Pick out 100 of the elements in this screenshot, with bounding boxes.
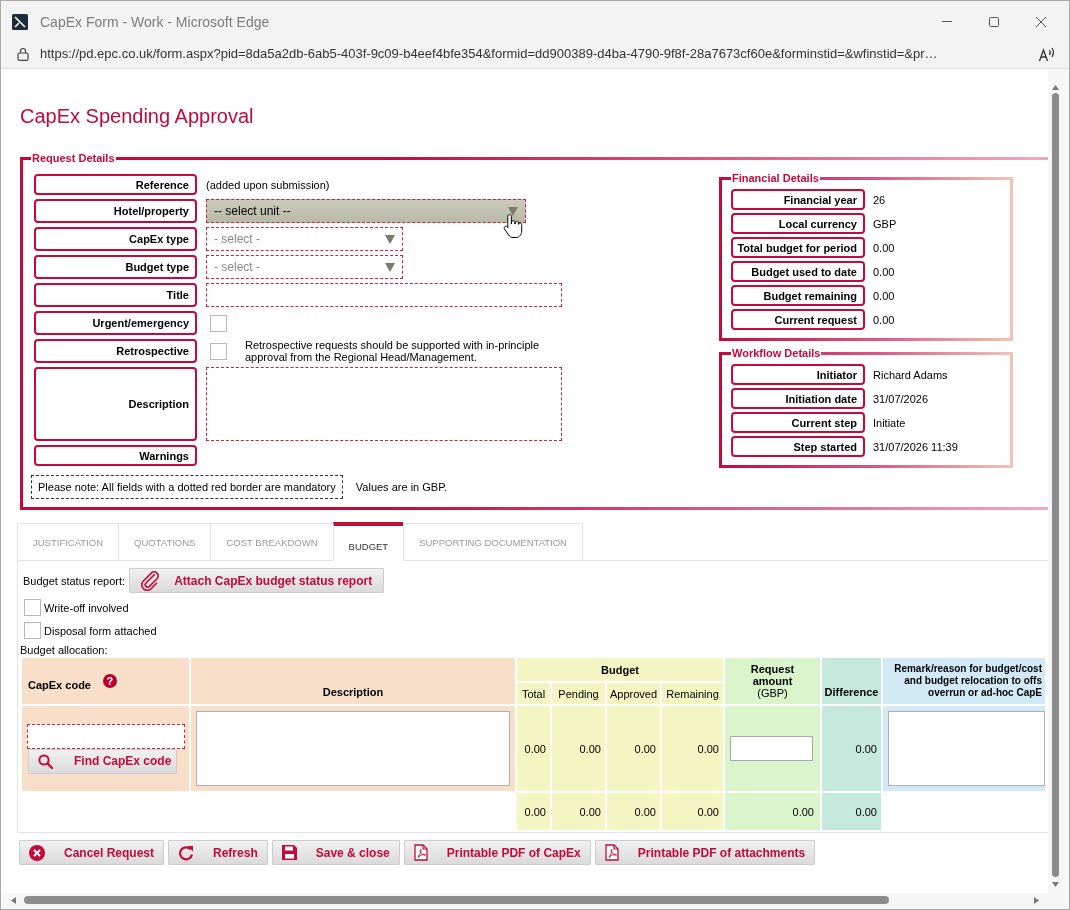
- read-aloud-icon[interactable]: [1038, 45, 1056, 62]
- refresh-icon: [178, 844, 195, 861]
- checkbox[interactable]: [210, 314, 227, 332]
- field-value: 0.00: [873, 241, 895, 254]
- checkbox[interactable]: [210, 342, 227, 360]
- column-header: Pending: [552, 683, 605, 704]
- field-value: 0.00: [873, 313, 895, 326]
- table-cell: 0.00: [517, 706, 550, 791]
- scroll-left-icon: [11, 896, 16, 904]
- search-icon: [38, 753, 53, 769]
- table-cell: 0.00: [725, 793, 820, 830]
- field-label: Budget remaining: [731, 285, 865, 306]
- cancel-button[interactable]: Cancel Request: [19, 840, 165, 865]
- column-header: Approved: [607, 683, 660, 704]
- table-cell: 0.00: [662, 793, 723, 830]
- tab[interactable]: JUSTIFICATION: [17, 523, 119, 560]
- scrollbar-thumb[interactable]: [24, 896, 889, 904]
- save-button[interactable]: Save & close: [271, 840, 400, 865]
- scroll-right-icon: [1034, 896, 1039, 904]
- attach-button[interactable]: Attach CapEx budget status report: [129, 568, 385, 593]
- field-label: Budget used to date: [731, 261, 865, 282]
- text-area[interactable]: [206, 367, 562, 441]
- panel-legend: Financial Details: [731, 171, 820, 185]
- table-cell: 0.00: [662, 706, 723, 791]
- field-value: 31/07/2026 11:39: [873, 440, 958, 453]
- pdf-file-icon: [413, 844, 428, 861]
- help-text: Retrospective requests should be supported with in-principle approval from the Regional Head/Management.: [245, 339, 541, 363]
- field-label: Urgent/emergency: [34, 311, 197, 335]
- checkbox-label: Disposal form attached: [44, 624, 157, 637]
- field-label: CapEx type: [34, 227, 197, 251]
- field-value: 0.00: [873, 265, 895, 278]
- mandatory-note: Please note: All fields with a dotted red border are mandatory: [31, 475, 343, 499]
- field-label: Warnings: [34, 445, 197, 466]
- column-header: Description: [191, 658, 515, 704]
- tab[interactable]: BUDGET: [332, 522, 404, 561]
- field-value: GBP: [873, 217, 897, 230]
- address-field[interactable]: https://pd.epc.co.uk/form.aspx?pid=8da5a2db-6ab5-403f-9c09-b4eef4bfe354&formid=dd900389-d4ba-4790-9f8f-28a7673cf60e&forminstid=&wfinstid=&pr…: [40, 46, 938, 61]
- maximize-icon: [988, 16, 999, 27]
- currency-note: Values are in GBP.: [355, 481, 448, 493]
- section-label: Budget allocation:: [20, 644, 109, 656]
- checkbox[interactable]: [24, 622, 41, 639]
- column-header: Difference: [822, 658, 881, 704]
- field-label: Title: [34, 283, 197, 307]
- column-header: Remaining: [662, 683, 723, 704]
- minimize-icon: [941, 21, 952, 22]
- field-value: 26: [873, 193, 886, 206]
- field-label: Financial year: [731, 189, 865, 210]
- text-field[interactable]: [27, 723, 185, 749]
- scroll-down-icon: [1052, 882, 1059, 887]
- field-label: Step started: [731, 436, 865, 457]
- text-field[interactable]: [206, 283, 562, 307]
- field-label: Hotel/property: [34, 199, 197, 223]
- field-label: Reference: [34, 174, 197, 195]
- dropdown[interactable]: - select -: [206, 227, 403, 251]
- table-cell: 0.00: [822, 706, 881, 791]
- scroll-up-icon: [1052, 85, 1059, 90]
- window-title: CapEx Form - Work - Microsoft Edge: [40, 13, 270, 30]
- vertical-scrollbar[interactable]: [1048, 69, 1069, 893]
- table-cell: 0.00: [517, 793, 550, 830]
- table-cell: 0.00: [552, 706, 605, 791]
- field-label: Current step: [731, 412, 865, 433]
- field-label: Retrospective: [34, 339, 197, 363]
- checkbox-label: Write-off involved: [44, 601, 129, 614]
- column-header: Remark/reason for budget/cost and budget relocation to offs overrun or ad-hoc CapE: [883, 658, 1045, 704]
- pdf-button[interactable]: Printable PDF of attachments: [594, 840, 816, 865]
- field-label: Current request: [731, 309, 865, 330]
- tab[interactable]: QUOTATIONS: [118, 523, 211, 560]
- tab[interactable]: COST BREAKDOWN: [210, 523, 333, 560]
- refresh-button[interactable]: Refresh: [168, 840, 268, 865]
- panel-legend: Request Details: [31, 151, 116, 165]
- close-icon: [1035, 16, 1046, 27]
- tab[interactable]: SUPPORTING DOCUMENTATION: [403, 523, 583, 560]
- field-value: 0.00: [873, 289, 895, 302]
- number-field[interactable]: [730, 736, 813, 761]
- paperclip-icon: [140, 570, 161, 591]
- page-title: CapEx Spending Approval: [20, 104, 255, 128]
- help-icon[interactable]: ?: [102, 674, 117, 688]
- dropdown[interactable]: - select -: [206, 255, 403, 279]
- table-cell: 0.00: [607, 706, 660, 791]
- field-value: (added upon submission): [206, 178, 330, 191]
- caret-icon: [385, 234, 395, 244]
- find-button[interactable]: Find CapEx code: [28, 748, 177, 774]
- hand-cursor-icon: [503, 213, 523, 239]
- table-cell: 0.00: [552, 793, 605, 830]
- column-header: Request amount (GBP): [725, 658, 820, 704]
- column-header: Total: [517, 683, 550, 704]
- field-label: Initiation date: [731, 388, 865, 409]
- panel-legend: Workflow Details: [731, 346, 822, 360]
- dropdown[interactable]: -- select unit --: [206, 199, 526, 223]
- column-header: CapEx code: [28, 679, 91, 691]
- scrollbar-thumb[interactable]: [1052, 93, 1059, 877]
- lock-icon: [17, 46, 29, 61]
- field-value: Richard Adams: [873, 368, 948, 381]
- field-label: Budget type: [34, 255, 197, 279]
- app-icon: [12, 13, 28, 30]
- horizontal-scrollbar[interactable]: [1, 893, 1069, 909]
- checkbox[interactable]: [24, 599, 41, 616]
- table-cell: 0.00: [822, 793, 881, 830]
- pdf-button[interactable]: Printable PDF of CapEx: [403, 840, 591, 865]
- pdf-file-icon: [604, 844, 619, 861]
